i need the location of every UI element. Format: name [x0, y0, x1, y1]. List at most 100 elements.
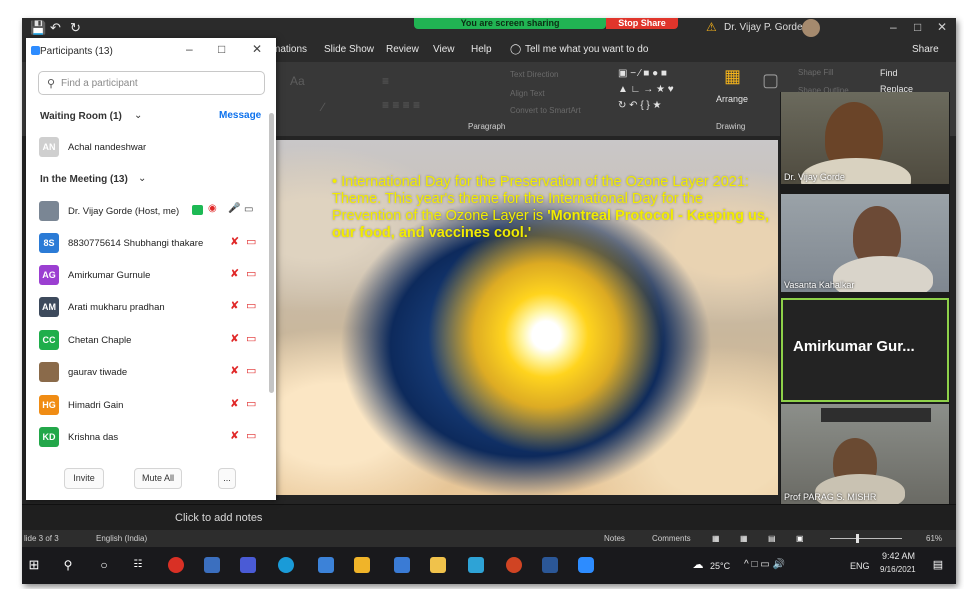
video-tile[interactable]: Prof PARAG S. MISHR [781, 404, 949, 504]
find-button[interactable]: Find [880, 68, 898, 78]
close-icon[interactable]: ✕ [252, 42, 262, 56]
cortana-icon[interactable]: ○ [96, 557, 112, 573]
file-explorer-icon[interactable] [430, 557, 446, 573]
microphone-icon[interactable]: 🎤 [228, 203, 240, 214]
scrollbar[interactable] [269, 113, 274, 393]
app-icon[interactable] [468, 557, 484, 573]
weather-icon[interactable]: ☁ [690, 557, 706, 573]
invite-button[interactable]: Invite [64, 468, 104, 489]
stop-share-button[interactable]: Stop Share [606, 18, 678, 29]
participant-row[interactable]: AN Achal nandeshwar [26, 134, 276, 164]
notes-button[interactable]: Notes [604, 534, 625, 543]
comments-button[interactable]: Comments [652, 534, 691, 543]
message-button[interactable]: Message [219, 110, 261, 121]
shape-fill-button[interactable]: Shape Fill [798, 68, 834, 77]
clock-time[interactable]: 9:42 AM [882, 551, 915, 561]
convert-smartart-button[interactable]: Convert to SmartArt [510, 106, 581, 115]
text-direction-button[interactable]: Text Direction [510, 70, 558, 79]
search-input[interactable] [59, 75, 258, 92]
participant-row[interactable]: AM Arati mukharu pradhan ✘ ▭ [26, 294, 276, 324]
screen-sharing-indicator[interactable]: You are screen sharing [414, 18, 606, 29]
participant-row[interactable]: Dr. Vijay Gorde (Host, me) ◉ 🎤 ▭ [26, 198, 276, 228]
maximize-icon[interactable]: □ [218, 42, 225, 56]
tab-review[interactable]: Review [386, 44, 419, 55]
video-off-icon[interactable]: ▭ [246, 364, 256, 377]
chevron-down-icon[interactable]: ⌄ [138, 173, 146, 184]
zoom-level[interactable]: 61% [926, 534, 942, 543]
minimize-icon[interactable]: – [890, 20, 897, 34]
share-button[interactable]: Share [912, 44, 939, 55]
shapes-gallery-row2-icon[interactable]: ▲ ∟ → ★ ♥ [618, 84, 674, 95]
close-icon[interactable]: ✕ [937, 20, 947, 34]
task-view-icon[interactable]: ☷ [130, 557, 146, 573]
tell-me-box[interactable]: Tell me what you want to do [525, 44, 648, 55]
slide-canvas[interactable]: • International Day for the Preservation… [274, 140, 778, 495]
start-icon[interactable]: ⊞ [26, 557, 42, 573]
search-icon[interactable]: ⚲ [60, 557, 76, 573]
microphone-muted-icon[interactable]: ✘ [230, 364, 239, 377]
video-off-icon[interactable]: ▭ [246, 299, 256, 312]
line-icon[interactable]: ∕ [322, 100, 324, 114]
align-text-button[interactable]: Align Text [510, 89, 545, 98]
video-off-icon[interactable]: ▭ [246, 267, 256, 280]
tab-help[interactable]: Help [471, 44, 492, 55]
video-tile[interactable]: Dr. Vijay Gorde [781, 92, 949, 184]
language-status[interactable]: English (India) [96, 534, 147, 543]
arrange-icon[interactable]: ▦ [724, 66, 741, 87]
slideshow-view-icon[interactable]: ▣ [796, 534, 804, 543]
app-icon[interactable] [204, 557, 220, 573]
microphone-muted-icon[interactable]: ✘ [230, 299, 239, 312]
tab-view[interactable]: View [433, 44, 455, 55]
mute-all-button[interactable]: Mute All [134, 468, 182, 489]
tab-slide-show[interactable]: Slide Show [324, 44, 374, 55]
tray-icons[interactable]: ^ □ ▭ 🔊 [744, 559, 785, 570]
shapes-gallery-row3-icon[interactable]: ↻ ↶ { } ★ [618, 100, 662, 111]
notifications-icon[interactable]: ▤ [930, 557, 946, 573]
video-camera-icon[interactable]: ▭ [244, 204, 253, 215]
redo-icon[interactable]: ↻ [70, 21, 81, 35]
video-off-icon[interactable]: ▭ [246, 429, 256, 442]
font-size-icon[interactable]: Aa [290, 74, 305, 88]
slide-sorter-icon[interactable]: ▦ [740, 534, 748, 543]
zoom-slider[interactable] [830, 538, 902, 539]
powerpoint-icon[interactable] [506, 557, 522, 573]
zoom-icon[interactable] [578, 557, 594, 573]
participant-row[interactable]: AG Amirkumar Gurnule ✘ ▭ [26, 262, 276, 292]
notes-placeholder[interactable]: Click to add notes [175, 512, 262, 524]
participant-row[interactable]: CC Chetan Chaple ✘ ▭ [26, 327, 276, 357]
slide-text[interactable]: • International Day for the Preservation… [332, 174, 776, 242]
reading-view-icon[interactable]: ▤ [768, 534, 776, 543]
video-off-icon[interactable]: ▭ [246, 332, 256, 345]
microphone-muted-icon[interactable]: ✘ [230, 267, 239, 280]
temperature[interactable]: 25°C [710, 561, 730, 571]
app-icon[interactable] [354, 557, 370, 573]
video-tile[interactable]: Vasanta Kahalkar [781, 194, 949, 292]
participant-row[interactable]: gaurav tiwade ✘ ▭ [26, 359, 276, 389]
video-off-icon[interactable]: ▭ [246, 397, 256, 410]
shapes-gallery-icon[interactable]: ▣ − ∕ ■ ● ■ [618, 68, 667, 79]
normal-view-icon[interactable]: ▦ [712, 534, 720, 543]
avatar[interactable] [802, 19, 820, 37]
arrange-button[interactable]: Arrange [716, 94, 748, 104]
align-left-icon[interactable]: ≡ ≡ ≡ ≡ [382, 98, 420, 112]
maximize-icon[interactable]: □ [914, 20, 921, 34]
microphone-muted-icon[interactable]: ✘ [230, 235, 239, 248]
bullets-icon[interactable]: ≡ [382, 74, 389, 88]
video-tile-active-speaker[interactable]: Amirkumar Gur... [781, 298, 949, 402]
edge-icon[interactable] [278, 557, 294, 573]
in-meeting-header[interactable]: In the Meeting (13) [40, 174, 128, 185]
clock-date[interactable]: 9/16/2021 [880, 565, 916, 574]
participant-row[interactable]: 8S 8830775614 Shubhangi thakare ✘ ▭ [26, 230, 276, 260]
chevron-down-icon[interactable]: ⌄ [134, 110, 142, 121]
warning-icon[interactable]: ⚠ [706, 20, 717, 34]
app-icon[interactable] [318, 557, 334, 573]
quick-styles-icon[interactable]: ▢ [762, 70, 779, 91]
zoom-slider-thumb[interactable] [856, 534, 859, 543]
undo-icon[interactable]: ↶ [50, 21, 61, 35]
account-name[interactable]: Dr. Vijay P. Gorde [724, 22, 803, 33]
microphone-muted-icon[interactable]: ✘ [230, 429, 239, 442]
waiting-room-header[interactable]: Waiting Room (1) [40, 111, 122, 122]
save-icon[interactable]: 💾 [30, 21, 46, 35]
more-options-button[interactable]: ... [218, 468, 236, 489]
minimize-icon[interactable]: – [186, 42, 193, 56]
